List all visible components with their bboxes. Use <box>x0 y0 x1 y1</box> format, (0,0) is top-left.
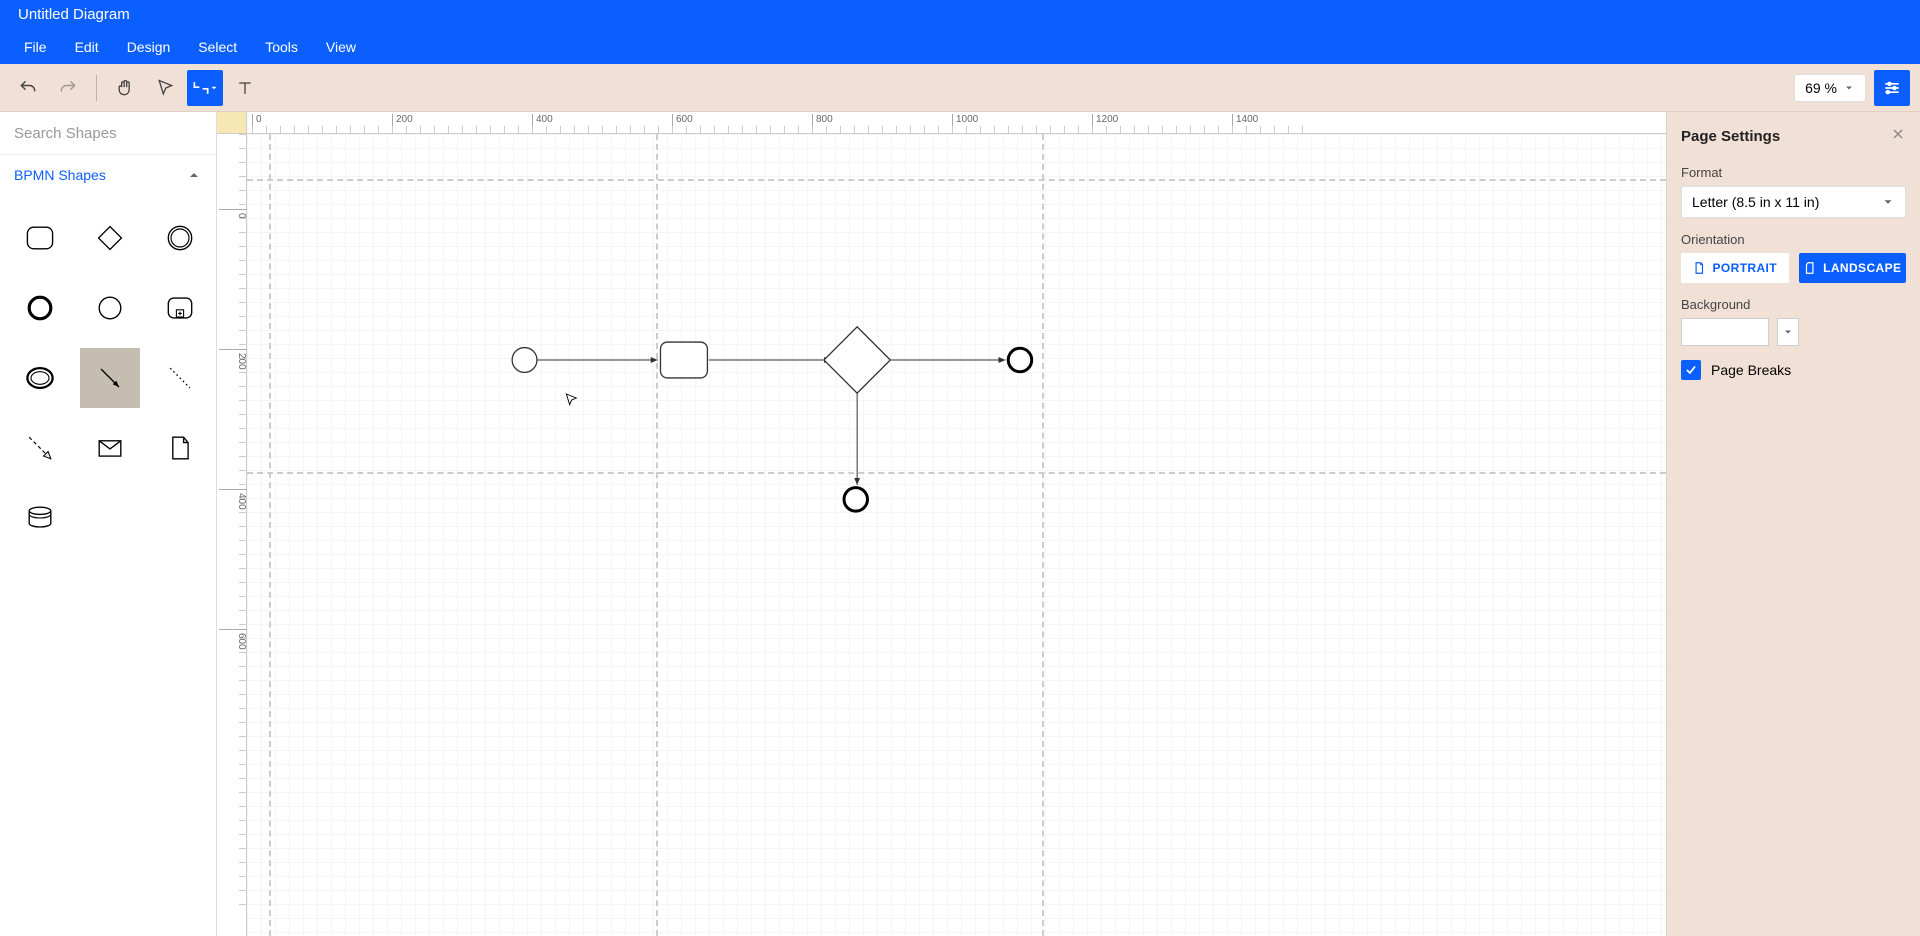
background-label: Background <box>1681 297 1906 312</box>
shape-intermediate-event[interactable] <box>150 208 210 268</box>
menu-view[interactable]: View <box>312 33 370 61</box>
format-value: Letter (8.5 in x 11 in) <box>1692 194 1819 210</box>
page-settings-panel: Page Settings Format Letter (8.5 in x 11… <box>1666 112 1920 936</box>
ruler-horizontal: 0 200 400 600 800 1000 1200 1400 <box>247 112 1666 134</box>
background-picker[interactable] <box>1777 318 1799 346</box>
page-breaks-label: Page Breaks <box>1711 362 1791 378</box>
shape-category-label: BPMN Shapes <box>14 167 106 183</box>
menu-design[interactable]: Design <box>113 33 185 61</box>
chevron-down-icon <box>1782 326 1794 338</box>
shape-start-event[interactable] <box>80 278 140 338</box>
text-tool[interactable] <box>227 70 263 106</box>
cursor-icon <box>563 392 579 408</box>
shape-end-event[interactable] <box>10 278 70 338</box>
shape-subprocess[interactable] <box>150 278 210 338</box>
panel-toggle-button[interactable] <box>1874 70 1910 106</box>
toolbar: 69 % <box>0 64 1920 112</box>
menu-tools[interactable]: Tools <box>251 33 312 61</box>
shape-data-object[interactable] <box>150 418 210 478</box>
orientation-label: Orientation <box>1681 232 1906 247</box>
shape-category-bpmn[interactable]: BPMN Shapes <box>0 154 216 194</box>
zoom-value: 69 % <box>1805 80 1837 96</box>
orientation-portrait[interactable]: PORTRAIT <box>1681 253 1789 283</box>
search-shapes[interactable] <box>0 112 216 154</box>
menu-file[interactable]: File <box>10 33 61 61</box>
orientation-landscape[interactable]: LANDSCAPE <box>1799 253 1907 283</box>
canvas[interactable] <box>247 134 1666 936</box>
search-input[interactable] <box>14 125 202 142</box>
shape-task[interactable] <box>10 208 70 268</box>
chevron-down-icon <box>1881 195 1895 209</box>
canvas-area: 0 200 400 600 800 1000 1200 1400 0 200 4… <box>217 112 1666 936</box>
background-swatch[interactable] <box>1681 318 1769 346</box>
zoom-level[interactable]: 69 % <box>1794 74 1866 102</box>
page-breaks-checkbox[interactable] <box>1681 360 1701 380</box>
menu-edit[interactable]: Edit <box>61 33 113 61</box>
select-tool[interactable] <box>147 70 183 106</box>
shapes-sidebar: BPMN Shapes <box>0 112 217 936</box>
shape-message-flow[interactable] <box>10 418 70 478</box>
ruler-origin <box>217 112 247 134</box>
app-header: Untitled Diagram File Edit Design Select… <box>0 0 1920 64</box>
shape-sequence-flow[interactable] <box>80 348 140 408</box>
check-icon <box>1684 363 1698 377</box>
diagram-svg <box>247 134 1666 936</box>
shape-association[interactable] <box>150 348 210 408</box>
menu-bar: File Edit Design Select Tools View <box>0 30 1920 64</box>
shape-event-subprocess[interactable] <box>10 348 70 408</box>
redo-button[interactable] <box>50 70 86 106</box>
format-label: Format <box>1681 165 1906 180</box>
shape-data-store[interactable] <box>10 488 70 548</box>
document-title: Untitled Diagram <box>0 0 1920 30</box>
landscape-icon <box>1803 261 1817 275</box>
close-panel-button[interactable] <box>1890 126 1906 147</box>
ruler-vertical: 0 200 400 600 <box>217 134 247 936</box>
close-icon <box>1890 126 1906 142</box>
format-select[interactable]: Letter (8.5 in x 11 in) <box>1681 186 1906 218</box>
connector-tool[interactable] <box>187 70 223 106</box>
portrait-icon <box>1692 261 1706 275</box>
panel-title: Page Settings <box>1681 128 1780 145</box>
chevron-down-icon <box>1843 82 1855 94</box>
pan-tool[interactable] <box>107 70 143 106</box>
shape-gateway[interactable] <box>80 208 140 268</box>
menu-select[interactable]: Select <box>184 33 251 61</box>
shape-message[interactable] <box>80 418 140 478</box>
shape-palette <box>0 194 216 562</box>
undo-button[interactable] <box>10 70 46 106</box>
chevron-up-icon <box>186 167 202 183</box>
